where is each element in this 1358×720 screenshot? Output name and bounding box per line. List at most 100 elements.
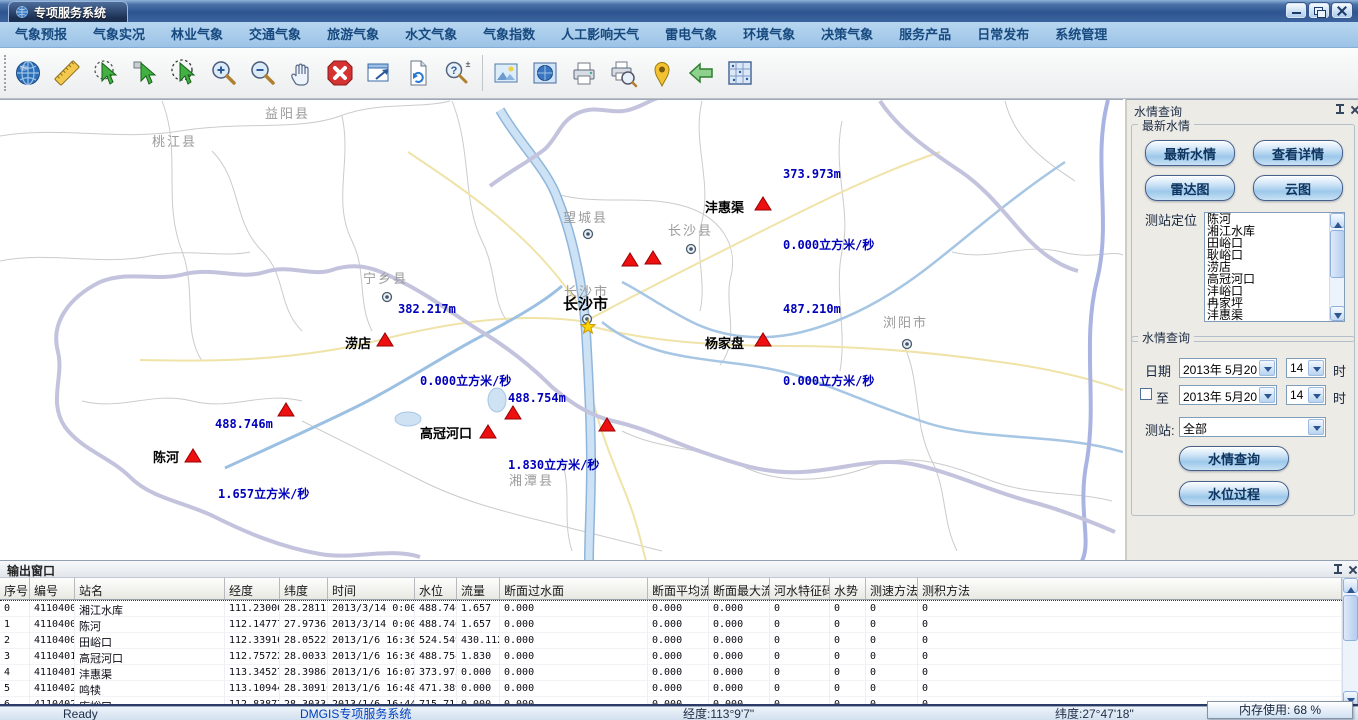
column-header[interactable]: 纬度: [280, 578, 328, 599]
menu-item[interactable]: 决策气象: [808, 22, 886, 47]
chevron-down-icon[interactable]: [1308, 387, 1324, 403]
map-window-icon[interactable]: [529, 54, 561, 92]
table-cell: 0.000: [709, 617, 770, 633]
value-label: 0.000立方米/秒: [783, 237, 874, 252]
menu-item[interactable]: 服务产品: [886, 22, 964, 47]
date2-combo[interactable]: 2013年 5月20日: [1179, 385, 1277, 405]
column-header[interactable]: 时间: [328, 578, 415, 599]
date-combo[interactable]: 2013年 5月20日: [1179, 358, 1277, 378]
station-list-scrollbar[interactable]: [1329, 213, 1344, 321]
scroll-thumb[interactable]: [1343, 595, 1358, 641]
column-header[interactable]: 断面平均流: [648, 578, 709, 599]
table-cell: 0: [830, 665, 866, 681]
scroll-up-icon[interactable]: [1330, 213, 1345, 228]
menu-item[interactable]: 日常发布: [964, 22, 1042, 47]
table-row[interactable]: 541104022鸣犊113.10944428.3091672013/1/6 1…: [0, 681, 1342, 697]
table-row[interactable]: 341104010高冠河口112.75722228.0033332013/1/6…: [0, 649, 1342, 665]
pin-icon[interactable]: [1332, 564, 1344, 576]
pin-icon[interactable]: [1334, 104, 1346, 116]
column-header[interactable]: 河水特征码: [770, 578, 830, 599]
full-extent-icon[interactable]: [363, 54, 395, 92]
back-icon[interactable]: [685, 54, 717, 92]
menu-item[interactable]: 林业气象: [158, 22, 236, 47]
menu-item[interactable]: 水文气象: [392, 22, 470, 47]
table-cell: 0: [830, 617, 866, 633]
column-header[interactable]: 经度: [225, 578, 280, 599]
menu-item[interactable]: 环境气象: [730, 22, 808, 47]
hour-combo[interactable]: 14: [1286, 358, 1326, 378]
menu-item[interactable]: 交通气象: [236, 22, 314, 47]
measure-ruler-icon[interactable]: [51, 54, 83, 92]
map-canvas[interactable]: 益阳县桃江县望城县长沙县宁乡县长沙市浏阳市湘潭县沣惠渠长沙市涝店杨家盘高冠河口陈…: [0, 100, 1123, 560]
scroll-up-icon[interactable]: [1343, 578, 1358, 593]
map-viewport[interactable]: 益阳县桃江县望城县长沙县宁乡县长沙市浏阳市湘潭县沣惠渠长沙市涝店杨家盘高冠河口陈…: [0, 99, 1123, 560]
table-row[interactable]: 241104004田峪口112.33916728.0522222013/1/6 …: [0, 633, 1342, 649]
stop-icon[interactable]: [324, 54, 356, 92]
menu-item[interactable]: 气象预报: [2, 22, 80, 47]
chevron-down-icon[interactable]: [1259, 387, 1275, 403]
water-query-button[interactable]: 水情查询: [1179, 446, 1289, 471]
close-button[interactable]: [1332, 3, 1352, 18]
list-item[interactable]: 沣惠渠: [1205, 309, 1329, 321]
identify-icon[interactable]: ?±: [441, 54, 473, 92]
cloud-chart-button[interactable]: 云图: [1253, 175, 1343, 201]
restore-button[interactable]: [1309, 3, 1329, 18]
globe-icon[interactable]: [12, 54, 44, 92]
table-cell: 111.230000: [225, 601, 280, 617]
view-details-button[interactable]: 查看详情: [1253, 140, 1343, 166]
table-row[interactable]: 641104024库峪口112.83877828.3033332013/1/6 …: [0, 697, 1342, 704]
refresh-icon[interactable]: [402, 54, 434, 92]
chevron-down-icon[interactable]: [1259, 360, 1275, 376]
zoom-out-icon[interactable]: [246, 54, 278, 92]
print-icon[interactable]: [568, 54, 600, 92]
print-preview-icon[interactable]: [607, 54, 639, 92]
close-panel-icon[interactable]: [1349, 104, 1358, 116]
latest-water-button[interactable]: 最新水情: [1145, 140, 1235, 166]
chevron-down-icon[interactable]: [1308, 360, 1324, 376]
menu-item[interactable]: 雷电气象: [652, 22, 730, 47]
radar-chart-button[interactable]: 雷达图: [1145, 175, 1235, 201]
column-header[interactable]: 断面过水面: [500, 578, 648, 599]
select-radius-icon[interactable]: [168, 54, 200, 92]
placemark-icon[interactable]: [646, 54, 678, 92]
table-cell: 0: [918, 649, 1342, 665]
chevron-down-icon[interactable]: [1308, 419, 1324, 435]
region-label: 长沙县: [668, 223, 713, 238]
table-row[interactable]: 441104017沣惠渠113.34527828.3986112013/1/6 …: [0, 665, 1342, 681]
station-list[interactable]: 陈河湘江水库田峪口耿峪口涝店高冠河口沣峪口冉家坪沣惠渠: [1204, 212, 1345, 322]
column-header[interactable]: 流量: [457, 578, 500, 599]
table-cell: 0: [918, 681, 1342, 697]
close-output-icon[interactable]: [1347, 564, 1358, 576]
column-header[interactable]: 站名: [75, 578, 225, 599]
column-header[interactable]: 测积方法: [918, 578, 1342, 599]
scroll-down-icon[interactable]: [1330, 306, 1345, 321]
menu-item[interactable]: 气象指数: [470, 22, 548, 47]
column-header[interactable]: 编号: [30, 578, 75, 599]
table-scrollbar[interactable]: [1342, 578, 1358, 706]
table-row[interactable]: 041104002湘江水库111.23000028.2811112013/3/1…: [0, 601, 1342, 617]
column-header[interactable]: 水势: [830, 578, 866, 599]
column-header[interactable]: 测速方法: [866, 578, 918, 599]
scroll-thumb[interactable]: [1330, 230, 1345, 278]
image-export-icon[interactable]: [490, 54, 522, 92]
to-checkbox[interactable]: [1140, 388, 1152, 400]
app-tab[interactable]: 专项服务系统: [8, 1, 128, 22]
menu-item[interactable]: 气象实况: [80, 22, 158, 47]
grid-map-icon[interactable]: [724, 54, 756, 92]
table-row[interactable]: 141104002陈河112.14777827.9736112013/3/14 …: [0, 617, 1342, 633]
column-header[interactable]: 序号: [0, 578, 30, 599]
select-icon[interactable]: [129, 54, 161, 92]
zoom-in-icon[interactable]: [207, 54, 239, 92]
toolbar-grip[interactable]: [4, 55, 7, 91]
pan-icon[interactable]: [285, 54, 317, 92]
menu-item[interactable]: 旅游气象: [314, 22, 392, 47]
select-features-icon[interactable]: [90, 54, 122, 92]
column-header[interactable]: 水位: [415, 578, 457, 599]
column-header[interactable]: 断面最大流: [709, 578, 770, 599]
menu-item[interactable]: 系统管理: [1042, 22, 1120, 47]
station-combo[interactable]: 全部: [1179, 417, 1326, 437]
menu-item[interactable]: 人工影响天气: [548, 22, 652, 47]
water-level-process-button[interactable]: 水位过程: [1179, 481, 1289, 506]
hour2-combo[interactable]: 14: [1286, 385, 1326, 405]
minimize-button[interactable]: [1286, 3, 1306, 18]
